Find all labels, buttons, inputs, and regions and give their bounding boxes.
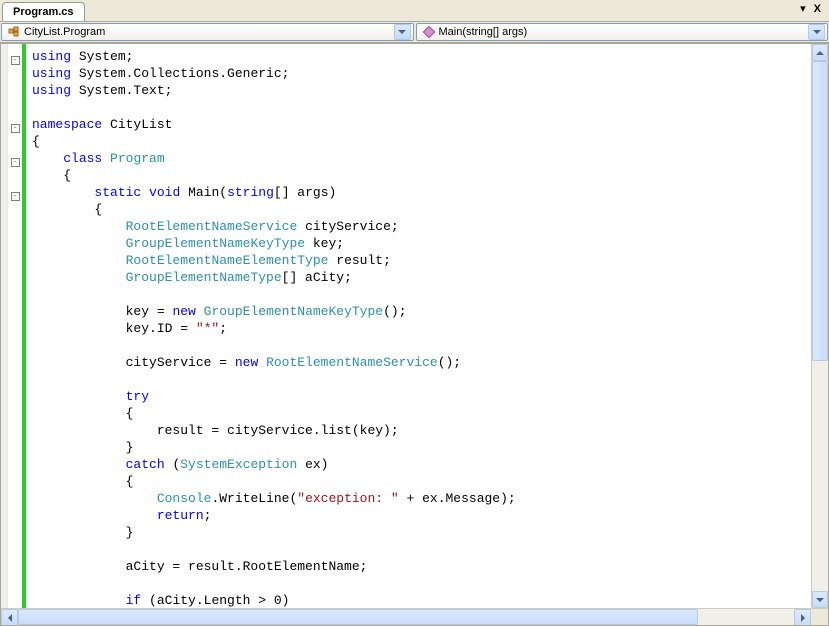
code-line[interactable]: { bbox=[32, 473, 811, 490]
dropdown-arrow-icon[interactable] bbox=[808, 24, 825, 40]
tab-bar: Program.cs ▾ X bbox=[0, 0, 829, 21]
scroll-thumb[interactable] bbox=[18, 609, 698, 625]
fold-toggle-icon[interactable]: - bbox=[11, 124, 20, 133]
code-line[interactable] bbox=[32, 337, 811, 354]
code-line[interactable] bbox=[32, 575, 811, 592]
scroll-track[interactable] bbox=[18, 609, 794, 625]
vertical-scrollbar[interactable] bbox=[811, 44, 828, 608]
method-dropdown[interactable]: Main(string[] args) bbox=[416, 23, 829, 41]
scroll-left-button[interactable] bbox=[1, 609, 18, 626]
scroll-track[interactable] bbox=[812, 61, 828, 591]
code-line[interactable]: namespace CityList bbox=[32, 116, 811, 133]
scroll-right-button[interactable] bbox=[794, 609, 811, 626]
file-tab-label: Program.cs bbox=[13, 6, 74, 18]
code-line[interactable]: key = new GroupElementNameKeyType(); bbox=[32, 303, 811, 320]
code-line[interactable] bbox=[32, 286, 811, 303]
fold-toggle-icon[interactable]: - bbox=[11, 158, 20, 167]
scroll-up-button[interactable] bbox=[812, 44, 828, 61]
horizontal-scrollbar[interactable] bbox=[1, 608, 828, 625]
dropdown-arrow-icon[interactable] bbox=[394, 24, 411, 40]
code-line[interactable] bbox=[32, 99, 811, 116]
code-line[interactable]: GroupElementNameKeyType key; bbox=[32, 235, 811, 252]
code-line[interactable]: { bbox=[32, 405, 811, 422]
method-icon bbox=[423, 26, 435, 38]
code-line[interactable]: if (aCity.Length > 0) bbox=[32, 592, 811, 608]
code-line[interactable]: try bbox=[32, 388, 811, 405]
navigation-bar: CityList.Program Main(string[] args) bbox=[0, 21, 829, 43]
code-text-area[interactable]: using System;using System.Collections.Ge… bbox=[26, 44, 811, 608]
scroll-thumb[interactable] bbox=[812, 61, 828, 361]
fold-toggle-icon[interactable]: - bbox=[11, 192, 20, 201]
file-tab[interactable]: Program.cs bbox=[2, 2, 85, 21]
tab-menu-icon[interactable]: ▾ bbox=[798, 2, 808, 15]
code-line[interactable]: using System; bbox=[32, 48, 811, 65]
code-line[interactable] bbox=[32, 371, 811, 388]
method-dropdown-text: Main(string[] args) bbox=[439, 26, 809, 38]
code-line[interactable]: aCity = result.RootElementName; bbox=[32, 558, 811, 575]
code-line[interactable]: using System.Text; bbox=[32, 82, 811, 99]
code-line[interactable]: cityService = new RootElementNameService… bbox=[32, 354, 811, 371]
class-dropdown[interactable]: CityList.Program bbox=[1, 23, 414, 41]
code-line[interactable]: { bbox=[32, 167, 811, 184]
code-line[interactable]: result = cityService.list(key); bbox=[32, 422, 811, 439]
code-line[interactable]: RootElementNameService cityService; bbox=[32, 218, 811, 235]
scroll-down-button[interactable] bbox=[812, 591, 828, 608]
code-line[interactable] bbox=[32, 541, 811, 558]
code-line[interactable]: GroupElementNameType[] aCity; bbox=[32, 269, 811, 286]
code-line[interactable]: using System.Collections.Generic; bbox=[32, 65, 811, 82]
code-line[interactable]: } bbox=[32, 439, 811, 456]
fold-toggle-icon[interactable]: - bbox=[11, 56, 20, 65]
code-line[interactable]: { bbox=[32, 133, 811, 150]
class-dropdown-text: CityList.Program bbox=[24, 26, 394, 38]
code-line[interactable]: } bbox=[32, 524, 811, 541]
code-line[interactable]: Console.WriteLine("exception: " + ex.Mes… bbox=[32, 490, 811, 507]
scrollbar-corner bbox=[811, 609, 828, 626]
code-line[interactable]: class Program bbox=[32, 150, 811, 167]
code-editor: - - - - using System;using System.Collectio… bbox=[0, 43, 829, 626]
indicator-margin bbox=[1, 44, 8, 608]
code-line[interactable]: { bbox=[32, 201, 811, 218]
code-line[interactable]: catch (SystemException ex) bbox=[32, 456, 811, 473]
code-line[interactable]: return; bbox=[32, 507, 811, 524]
tab-close-icon[interactable]: X bbox=[812, 3, 823, 15]
outlining-margin[interactable]: - - - - bbox=[8, 44, 22, 608]
code-line[interactable]: RootElementNameElementType result; bbox=[32, 252, 811, 269]
code-line[interactable]: static void Main(string[] args) bbox=[32, 184, 811, 201]
code-line[interactable]: key.ID = "*"; bbox=[32, 320, 811, 337]
class-icon bbox=[8, 26, 20, 38]
